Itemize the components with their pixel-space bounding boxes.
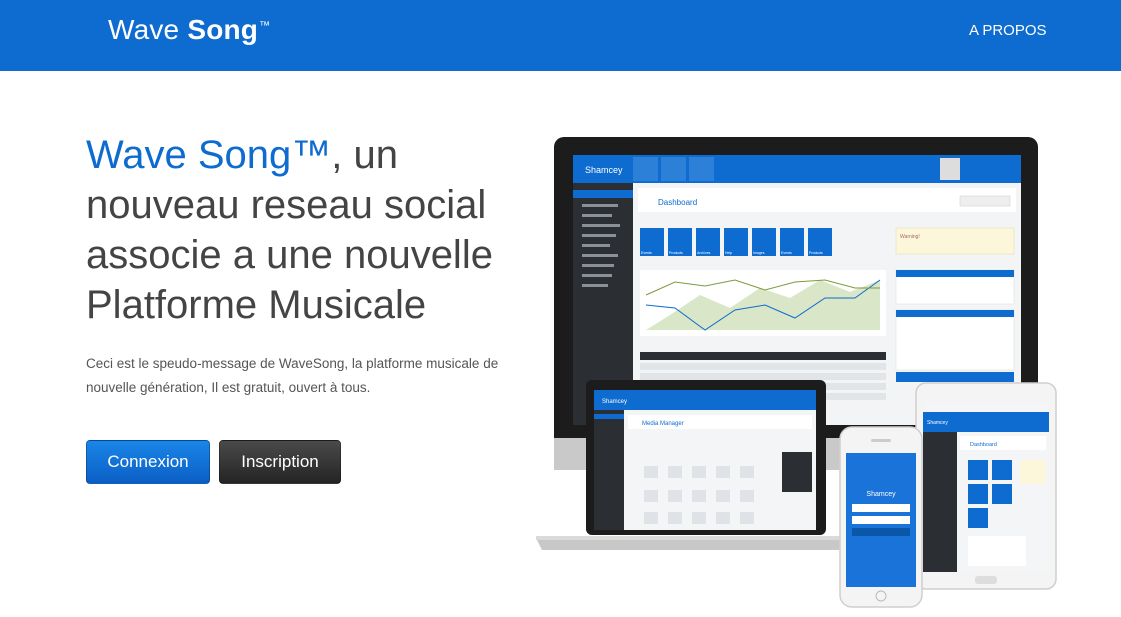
- brand-name-light: Wave: [108, 14, 188, 45]
- laptop-brand-text: Shamcey: [602, 399, 627, 405]
- desktop-tile-label: Images: [753, 251, 765, 255]
- tablet: Shamcey Dashboard: [915, 382, 1057, 590]
- tablet-brand-text: Shamcey: [927, 420, 948, 426]
- laptop-page-title: Media Manager: [642, 421, 684, 427]
- desktop-tile-label: Events: [781, 251, 792, 255]
- desktop-page-title: Dashboard: [658, 198, 697, 207]
- phone: Shamcey: [839, 426, 923, 608]
- desktop-brand-text: Shamcey: [585, 165, 623, 175]
- desktop-tile-label: Products: [669, 251, 683, 255]
- desktop-tile-label: Archives: [697, 251, 711, 255]
- nav-link-about[interactable]: A PROPOS: [969, 22, 1047, 39]
- desktop-tile-label: Events: [641, 251, 652, 255]
- hero-lead-text: Ceci est le speudo-message de WaveSong, …: [86, 356, 499, 395]
- desktop-warning-text: Warning!: [900, 234, 920, 240]
- brand-name-bold: Song: [187, 14, 259, 45]
- desktop-tile-label: Help: [725, 251, 732, 255]
- devices-illustration: Shamcey Dashboard Events Products Archiv…: [536, 137, 1057, 608]
- hero-headline-accent: Wave Song™: [86, 133, 332, 177]
- hero-headline: Wave Song™, un nouveau reseau social ass…: [86, 130, 546, 330]
- tablet-page-title: Dashboard: [970, 442, 997, 448]
- desktop-tile-label: Products: [809, 251, 823, 255]
- login-button[interactable]: Connexion: [86, 440, 210, 484]
- signup-button[interactable]: Inscription: [219, 440, 341, 484]
- phone-brand-text: Shamcey: [866, 491, 896, 498]
- brand-trademark: ™: [259, 20, 271, 32]
- devices-mockup-image: Shamcey Dashboard Events Products Archiv…: [530, 130, 1070, 615]
- top-navbar: Wave Song™ A PROPOS: [0, 0, 1121, 71]
- desktop-tiles: Events Products Archives Help Images Events Pr…: [640, 228, 832, 256]
- brand-logo[interactable]: Wave Song™: [108, 14, 270, 46]
